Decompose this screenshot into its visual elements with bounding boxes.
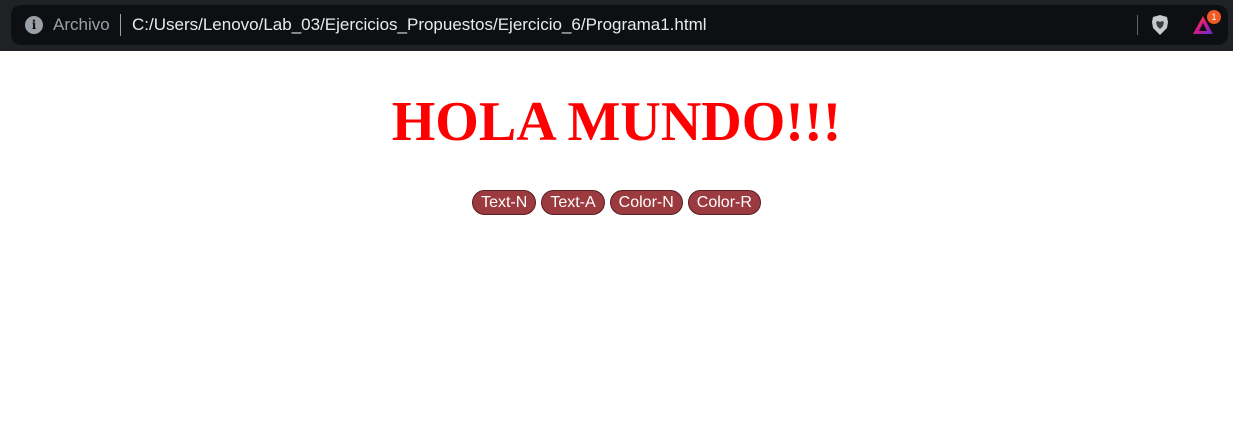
page-title: HOLA MUNDO!!!	[391, 91, 842, 153]
color-n-button[interactable]: Color-N	[609, 190, 683, 215]
brave-shield-icon[interactable]	[1150, 14, 1170, 36]
text-a-button[interactable]: Text-A	[541, 190, 605, 215]
rewards-badge: 1	[1207, 10, 1221, 24]
color-r-button[interactable]: Color-R	[687, 190, 761, 215]
scheme-divider	[120, 14, 121, 36]
toolbar-divider	[1137, 15, 1138, 35]
text-n-button[interactable]: Text-N	[472, 190, 537, 215]
scheme-label: Archivo	[53, 15, 110, 34]
info-icon[interactable]: i	[25, 16, 43, 34]
button-group: Text-N Text-A Color-N Color-R	[0, 190, 1233, 215]
url-text[interactable]: C:/Users/Lenovo/Lab_03/Ejercicios_Propue…	[132, 14, 707, 36]
